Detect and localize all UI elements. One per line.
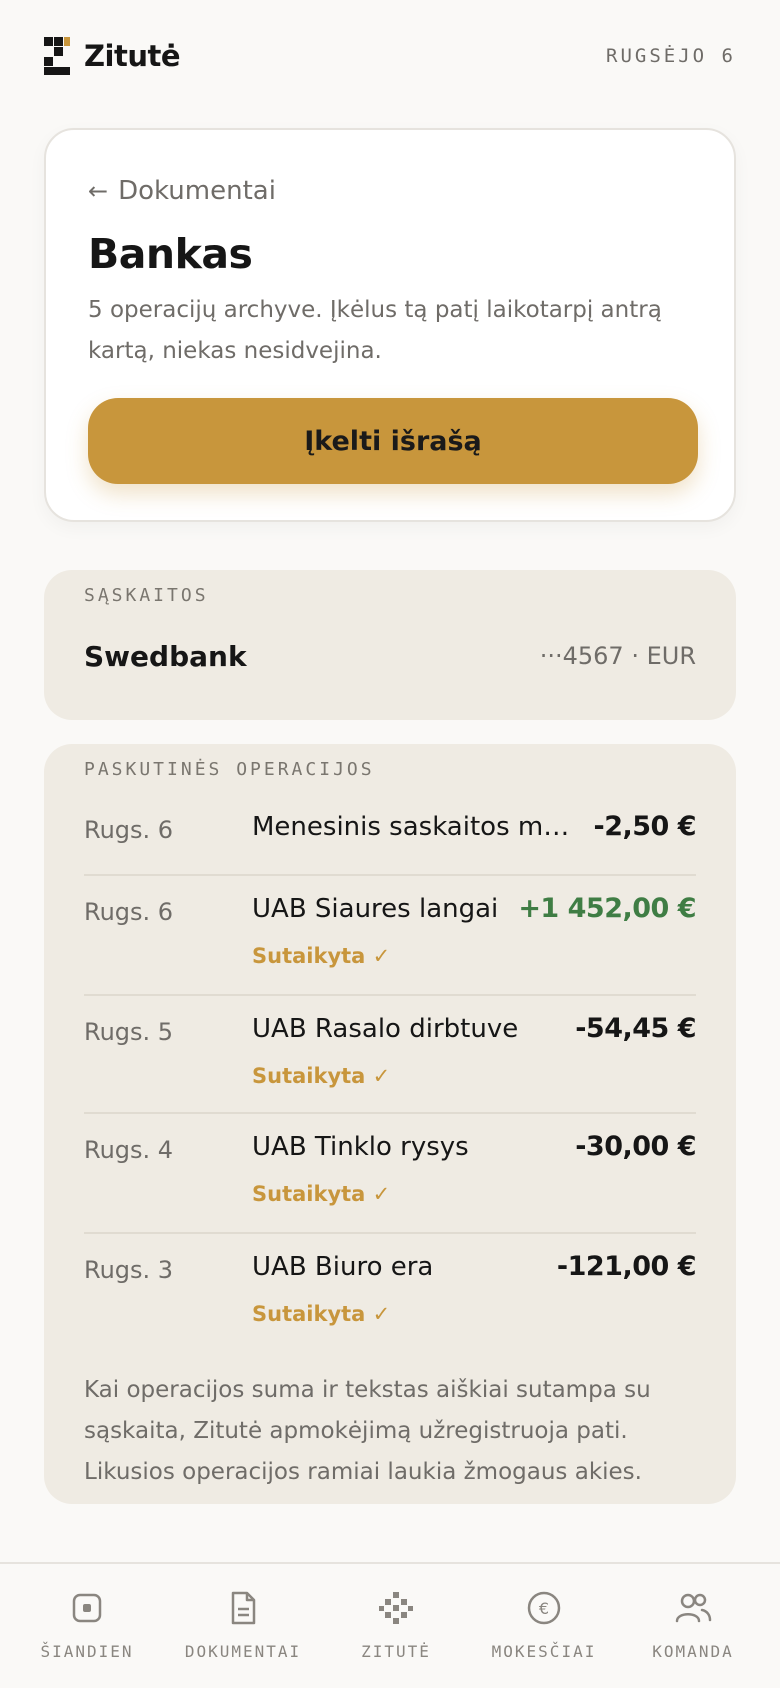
account-row[interactable]: Swedbank ···4567 · EUR — [84, 632, 696, 680]
operation-row[interactable]: Rugs. 3 UAB Biuro era -121,00 € Sutaikyt… — [84, 1234, 697, 1354]
operation-row[interactable]: Rugs. 6 Menesinis saskaitos mokestis -2,… — [84, 794, 696, 876]
nav-label: ŠIANDIEN — [40, 1642, 134, 1661]
operation-description: Menesinis saskaitos mokestis — [252, 812, 582, 842]
brand[interactable]: Zitutė — [44, 37, 181, 75]
reconciled-status: Sutaikyta ✓ — [252, 1064, 391, 1088]
operation-description: UAB Rasalo dirbtuve — [252, 1014, 519, 1044]
operations-panel: PASKUTINĖS OPERACIJOS Rugs. 6 Menesinis … — [44, 744, 736, 1504]
zitute-logo-icon — [44, 37, 70, 75]
operation-row[interactable]: Rugs. 5 UAB Rasalo dirbtuve -54,45 € Sut… — [84, 996, 696, 1114]
operation-date: Rugs. 5 — [84, 1018, 174, 1046]
operation-date: Rugs. 4 — [84, 1136, 174, 1164]
current-date: RUGSĖJO 6 — [606, 45, 736, 67]
reconciled-status: Sutaikyta ✓ — [252, 1182, 391, 1206]
operation-amount: -54,45 € — [575, 1013, 696, 1044]
accounts-panel: SĄSKAITOS Swedbank ···4567 · EUR — [44, 570, 736, 720]
operation-date: Rugs. 6 — [84, 898, 174, 926]
bank-hero-card: ← Dokumentai Bankas 5 operacijų archyve.… — [44, 128, 736, 522]
bank-page: Zitutė RUGSĖJO 6 ← Dokumentai Bankas 5 o… — [0, 0, 780, 1688]
operations-note: Kai operacijos suma ir tekstas aiškiai s… — [84, 1377, 651, 1485]
operations-label: PASKUTINĖS OPERACIJOS — [84, 759, 375, 780]
page-description: 5 operacijų archyve. Įkėlus tą patį laik… — [88, 297, 662, 364]
nav-label: DOKUMENTAI — [184, 1642, 302, 1661]
reconciled-status: Sutaikyta ✓ — [252, 944, 391, 968]
nav-item-zitute[interactable]: ZITUTĖ — [318, 1588, 474, 1661]
account-info: ···4567 · EUR — [539, 642, 696, 670]
zitute-icon — [379, 1592, 413, 1624]
euro-icon: € — [527, 1591, 561, 1625]
operation-description: UAB Biuro era — [252, 1252, 434, 1282]
upload-statement-button[interactable]: Įkelti išrašą — [88, 398, 698, 484]
bottom-nav: ŠIANDIEN DOKUMENTAI ZITUTĖ € MOKESČIAI K… — [0, 1562, 780, 1688]
nav-item-taxes[interactable]: € MOKESČIAI — [466, 1588, 622, 1661]
document-icon — [231, 1591, 256, 1625]
page-title: Bankas — [88, 230, 253, 278]
operation-amount: +1 452,00 € — [518, 893, 696, 924]
accounts-label: SĄSKAITOS — [84, 585, 209, 606]
operation-date: Rugs. 6 — [84, 816, 174, 844]
svg-text:€: € — [539, 1599, 549, 1618]
nav-label: ZITUTĖ — [361, 1642, 431, 1661]
arrow-left-icon: ← — [88, 177, 109, 205]
operation-row[interactable]: Rugs. 4 UAB Tinklo rysys -30,00 € Sutaik… — [84, 1114, 696, 1234]
back-link[interactable]: ← Dokumentai — [88, 176, 276, 206]
operation-row[interactable]: Rugs. 6 UAB Siaures langai +1 452,00 € S… — [84, 876, 696, 996]
nav-label: KOMANDA — [652, 1642, 734, 1661]
reconciled-status: Sutaikyta ✓ — [252, 1302, 391, 1326]
back-link-label: Dokumentai — [118, 176, 276, 206]
operation-amount: -30,00 € — [575, 1131, 696, 1162]
operation-amount: -2,50 € — [593, 811, 696, 842]
nav-item-today[interactable]: ŠIANDIEN — [9, 1588, 165, 1661]
operation-date: Rugs. 3 — [84, 1256, 174, 1284]
operations-list: Rugs. 6 Menesinis saskaitos mokestis -2,… — [84, 794, 697, 1354]
nav-item-documents[interactable]: DOKUMENTAI — [165, 1588, 321, 1661]
operation-amount: -121,00 € — [556, 1251, 697, 1282]
brand-name: Zitutė — [84, 39, 181, 73]
app-header: Zitutė RUGSĖJO 6 — [44, 36, 736, 76]
nav-item-team[interactable]: KOMANDA — [615, 1588, 771, 1661]
team-icon — [675, 1593, 712, 1623]
nav-label: MOKESČIAI — [491, 1642, 597, 1661]
account-name: Swedbank — [84, 639, 247, 673]
today-icon — [72, 1593, 102, 1623]
operation-description: UAB Tinklo rysys — [252, 1132, 469, 1162]
